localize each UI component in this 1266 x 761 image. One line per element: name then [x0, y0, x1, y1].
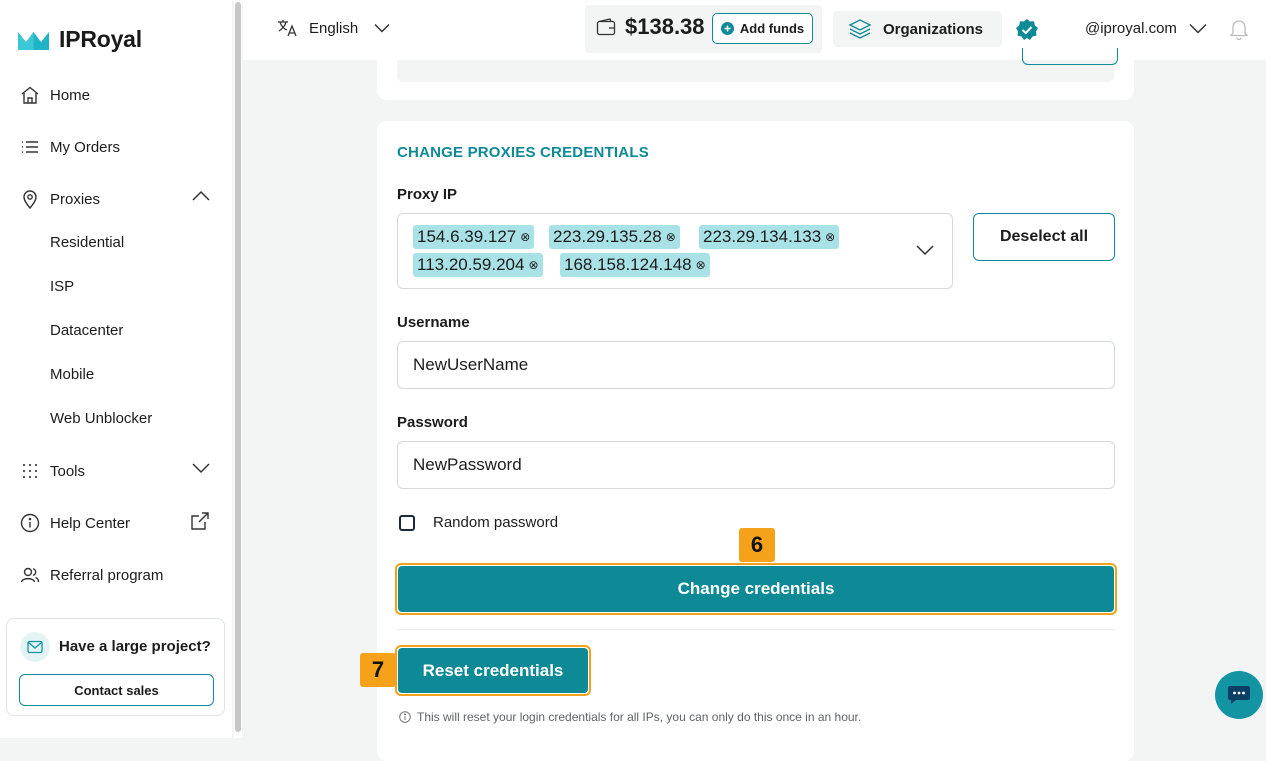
- sidebar-item-label: Home: [50, 86, 91, 104]
- account-menu[interactable]: @iproyal.com: [1085, 20, 1207, 37]
- bell-icon[interactable]: [1229, 18, 1249, 40]
- sidebar-subitem-datacenter[interactable]: Datacenter: [50, 322, 123, 339]
- sidebar-item-label: Referral program: [50, 566, 164, 584]
- sidebar-item-my-orders[interactable]: My Orders: [20, 135, 210, 159]
- chat-widget-button[interactable]: [1215, 671, 1263, 719]
- mail-icon: [20, 632, 50, 662]
- step-badge-6: 6: [739, 528, 775, 562]
- brand-name: IPRoyal: [59, 26, 142, 52]
- chevron-down-icon[interactable]: [916, 244, 934, 256]
- ip-chip-label: 168.158.124.148: [564, 255, 692, 274]
- remove-chip-icon[interactable]: ⊗: [528, 258, 538, 272]
- layers-icon: [849, 19, 871, 39]
- organizations-button[interactable]: Organizations: [833, 11, 1002, 47]
- sidebar: IPRoyal Home My Orders Proxies Residenti…: [0, 0, 232, 738]
- username-input[interactable]: NewUserName: [397, 341, 1115, 389]
- organizations-label: Organizations: [883, 20, 984, 38]
- contact-sales-button[interactable]: Contact sales: [19, 674, 214, 706]
- add-funds-button[interactable]: Add funds: [712, 13, 813, 44]
- sidebar-item-label: Help Center: [50, 514, 131, 532]
- info-icon: [399, 711, 411, 723]
- language-selector[interactable]: English: [277, 18, 390, 38]
- sidebar-item-referral-program[interactable]: Referral program: [20, 563, 210, 587]
- divider: [397, 629, 1115, 630]
- sidebar-item-proxies[interactable]: Proxies: [20, 187, 210, 211]
- chevron-down-icon[interactable]: [192, 462, 210, 474]
- list-icon: [20, 137, 40, 157]
- plus-circle-icon: [720, 22, 734, 35]
- reset-note-text: This will reset your login credentials f…: [417, 710, 862, 724]
- remove-chip-icon[interactable]: ⊗: [696, 258, 706, 272]
- ip-chip: 154.6.39.127 ⊗: [413, 225, 535, 249]
- reset-note: This will reset your login credentials f…: [399, 710, 861, 724]
- sidebar-item-home[interactable]: Home: [20, 83, 210, 107]
- info-icon: [20, 513, 40, 533]
- ip-chip: 168.158.124.148 ⊗: [560, 253, 710, 277]
- sidebar-item-label: Tools: [50, 462, 86, 480]
- account-balance: $138.38: [625, 14, 705, 39]
- previous-section-button[interactable]: [1022, 48, 1118, 65]
- proxy-ip-label: Proxy IP: [397, 186, 458, 203]
- chevron-up-icon[interactable]: [192, 190, 210, 202]
- chevron-down-icon: [1189, 23, 1207, 34]
- large-project-promo: Have a large project? Contact sales: [6, 618, 225, 716]
- remove-chip-icon[interactable]: ⊗: [825, 230, 835, 244]
- remove-chip-icon[interactable]: ⊗: [520, 230, 530, 244]
- ip-chip-label: 154.6.39.127: [417, 227, 517, 246]
- random-password-label: Random password: [433, 514, 559, 531]
- ip-chip: 223.29.135.28 ⊗: [549, 225, 680, 249]
- sidebar-item-label: My Orders: [50, 138, 121, 156]
- scrollbar-thumb[interactable]: [235, 2, 241, 732]
- ip-chip-label: 223.29.135.28: [553, 227, 662, 246]
- sidebar-subitem-mobile[interactable]: Mobile: [50, 366, 94, 383]
- translate-icon: [277, 18, 299, 38]
- brand-logo[interactable]: IPRoyal: [18, 26, 142, 53]
- username-label: Username: [397, 314, 470, 331]
- password-input[interactable]: NewPassword: [397, 441, 1115, 489]
- deselect-all-button[interactable]: Deselect all: [973, 213, 1115, 261]
- remove-chip-icon[interactable]: ⊗: [666, 230, 676, 244]
- sidebar-item-help-center[interactable]: Help Center: [20, 511, 210, 535]
- ip-chip-label: 113.20.59.204: [417, 255, 525, 274]
- grid-dots-icon: [20, 461, 40, 481]
- promo-title: Have a large project?: [59, 638, 211, 655]
- home-icon: [20, 85, 40, 105]
- crown-logo-icon: [18, 30, 49, 50]
- random-password-checkbox[interactable]: [399, 515, 415, 531]
- ip-chip: 113.20.59.204 ⊗: [413, 253, 543, 277]
- external-link-icon: [190, 511, 210, 531]
- sidebar-subitem-web-unblocker[interactable]: Web Unblocker: [50, 410, 152, 427]
- reset-credentials-button[interactable]: Reset credentials: [398, 648, 588, 693]
- previous-section-card: [377, 48, 1134, 100]
- location-pin-icon: [20, 189, 40, 209]
- sidebar-item-tools[interactable]: Tools: [20, 459, 210, 483]
- users-icon: [20, 565, 40, 585]
- chevron-down-icon: [374, 23, 390, 33]
- section-title: CHANGE PROXIES CREDENTIALS: [397, 144, 649, 161]
- sidebar-subitem-residential[interactable]: Residential: [50, 234, 124, 251]
- wallet-icon: [596, 18, 616, 36]
- previous-section-notice: [397, 48, 1118, 82]
- chat-icon: [1227, 684, 1251, 706]
- sidebar-item-label: Proxies: [50, 190, 101, 208]
- password-label: Password: [397, 414, 468, 431]
- sidebar-scrollbar[interactable]: [234, 0, 242, 738]
- account-email: @iproyal.com: [1085, 20, 1177, 37]
- change-credentials-button[interactable]: Change credentials: [398, 566, 1114, 612]
- add-funds-label: Add funds: [739, 21, 805, 36]
- step-badge-7: 7: [360, 653, 396, 687]
- sidebar-subitem-isp[interactable]: ISP: [50, 278, 74, 295]
- ip-chip-label: 223.29.134.133: [703, 227, 822, 246]
- language-label: English: [309, 19, 359, 37]
- ip-chip: 223.29.134.133 ⊗: [699, 225, 840, 249]
- verified-badge-icon: [1015, 18, 1039, 42]
